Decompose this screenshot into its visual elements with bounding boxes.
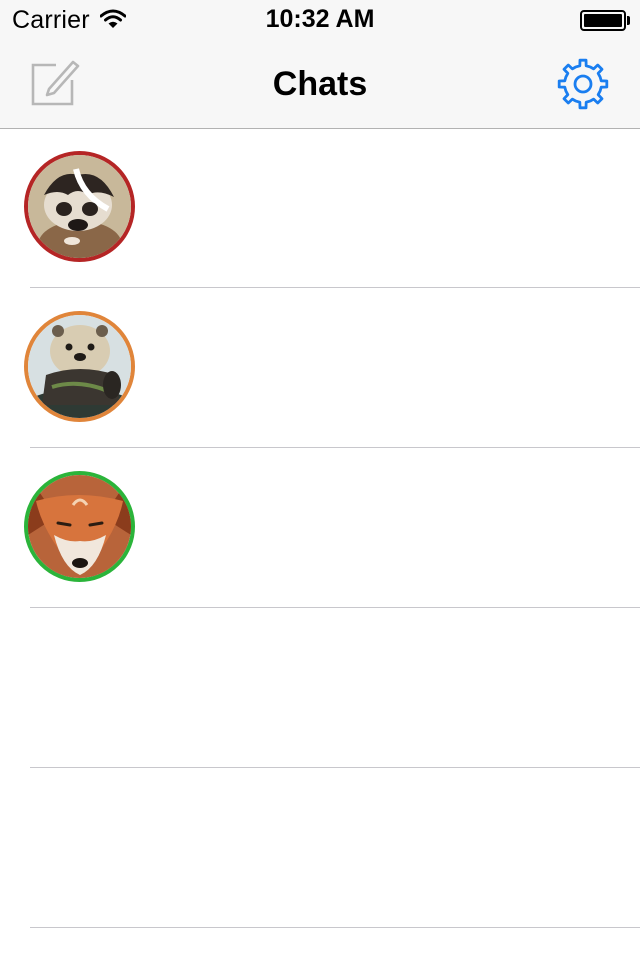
badger-avatar — [24, 151, 135, 262]
battery-tip — [627, 16, 630, 25]
chat-row[interactable] — [0, 608, 640, 768]
compose-icon — [31, 60, 80, 106]
gear-icon — [557, 58, 609, 110]
chat-row[interactable] — [0, 768, 640, 928]
navigation-bar: Chats — [0, 40, 640, 128]
status-bar: Carrier 10:32 AM — [0, 0, 640, 40]
settings-button[interactable] — [555, 56, 611, 112]
top-bar: Carrier 10:32 AM Chats — [0, 0, 640, 129]
status-time: 10:32 AM — [265, 5, 375, 33]
chat-row[interactable] — [0, 448, 640, 608]
fox-avatar — [24, 471, 135, 582]
chat-list — [0, 128, 640, 928]
chat-row[interactable] — [0, 128, 640, 288]
compose-button[interactable] — [26, 56, 82, 110]
chat-row[interactable] — [0, 288, 640, 448]
battery-icon — [580, 10, 626, 31]
row-separator — [30, 927, 640, 928]
page-title: Chats — [272, 65, 368, 103]
otter-avatar — [24, 311, 135, 422]
